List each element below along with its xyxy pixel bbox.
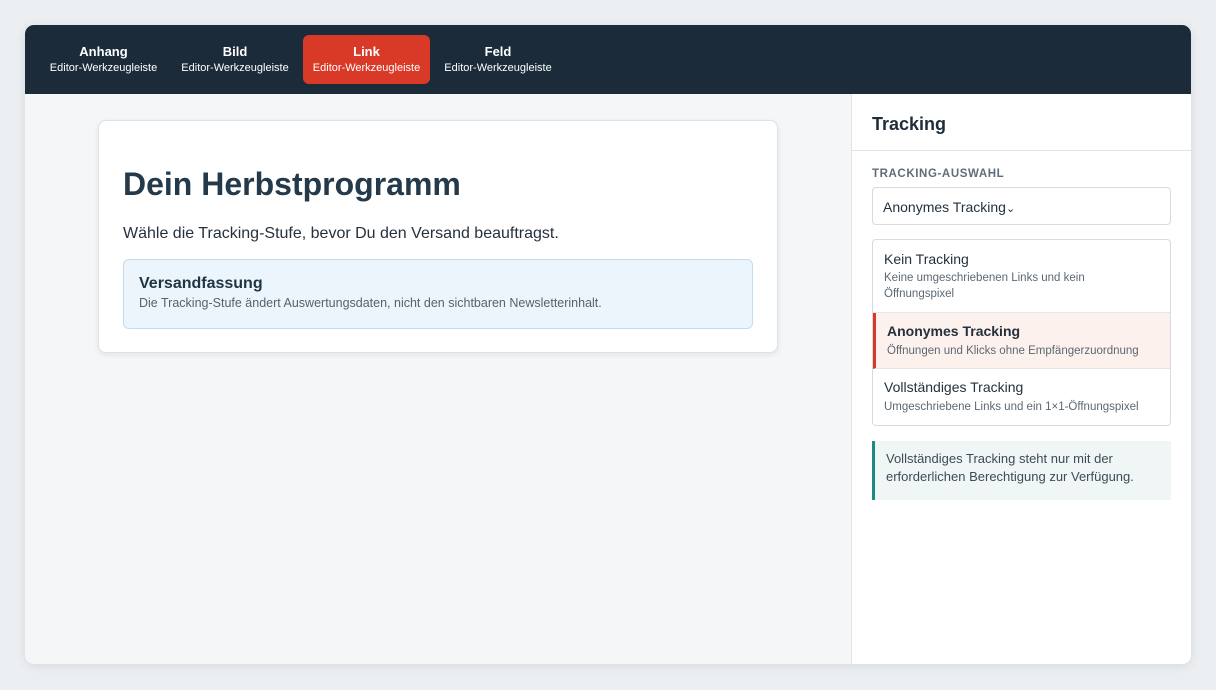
tab-anhang[interactable]: Anhang Editor-Werkzeugleiste [41, 35, 166, 84]
tracking-sidebar: Tracking TRACKING-AUSWAHL Anonymes Track… [851, 94, 1191, 664]
option-description: Umgeschriebene Links und ein 1×1-Öffnung… [884, 401, 1139, 413]
tab-link-sublabel: Editor-Werkzeugleiste [312, 62, 421, 74]
tab-bild[interactable]: Bild Editor-Werkzeugleiste [172, 35, 298, 84]
option-label: Anonymes Tracking [887, 323, 1021, 339]
option-kein-tracking[interactable]: Kein Tracking Keine umgeschriebenen Link… [873, 240, 1170, 313]
option-description: Keine umgeschriebenen Links und kein Öff… [884, 272, 1085, 300]
tracking-select[interactable]: Anonymes Tracking⌄ [872, 187, 1171, 225]
chevron-down-icon: ⌄ [1005, 203, 1016, 215]
option-description: Öffnungen und Klicks ohne Empfängerzuord… [887, 345, 1139, 357]
tab-link[interactable]: Link Editor-Werkzeugleiste [303, 35, 430, 84]
tab-feld-sublabel: Editor-Werkzeugleiste [444, 62, 552, 74]
option-anonymes-tracking[interactable]: Anonymes Tracking Öffnungen und Klicks o… [873, 313, 1170, 369]
summary-text: Die Tracking-Stufe ändert Auswertungsdat… [139, 296, 602, 310]
tracking-select-value-wrap: Anonymes Tracking⌄ [883, 199, 1015, 217]
tracking-select-value: Anonymes Tracking [883, 199, 1006, 215]
shipping-summary-box: Versandfassung Die Tracking-Stufe ändert… [123, 259, 753, 329]
tab-bild-sublabel: Editor-Werkzeugleiste [181, 62, 289, 74]
tab-feld[interactable]: Feld Editor-Werkzeugleiste [435, 35, 561, 84]
app-window: Anhang Editor-Werkzeugleiste Bild Editor… [25, 25, 1191, 664]
option-label: Vollständiges Tracking [884, 379, 1024, 395]
intro-text: Wähle die Tracking-Stufe, bevor Du den V… [123, 225, 559, 242]
tracking-field-label: TRACKING-AUSWAHL [872, 168, 1005, 180]
tab-anhang-label: Anhang [79, 44, 128, 59]
tab-anhang-sublabel: Editor-Werkzeugleiste [49, 62, 158, 74]
permission-notice: Vollständiges Tracking steht nur mit der… [872, 441, 1171, 500]
option-vollstaendiges-tracking[interactable]: Vollständiges Tracking Umgeschriebene Li… [873, 369, 1170, 425]
tracking-options-list: Kein Tracking Keine umgeschriebenen Link… [872, 239, 1171, 426]
tab-link-label: Link [353, 44, 380, 59]
summary-title: Versandfassung [139, 275, 263, 292]
sidebar-title: Tracking [872, 114, 947, 134]
newsletter-heading: Dein Herbstprogramm [123, 166, 461, 202]
permission-notice-text: Vollständiges Tracking steht nur mit der… [886, 451, 1134, 484]
tab-bild-label: Bild [222, 44, 248, 59]
editor-toolbar: Anhang Editor-Werkzeugleiste Bild Editor… [25, 25, 1191, 94]
tab-feld-label: Feld [484, 44, 512, 59]
newsletter-card: Dein Herbstprogramm Wähle die Tracking-S… [98, 120, 778, 353]
editor-canvas: Dein Herbstprogramm Wähle die Tracking-S… [25, 94, 851, 664]
option-label: Kein Tracking [884, 251, 969, 267]
sidebar-header: Tracking [852, 94, 1191, 151]
